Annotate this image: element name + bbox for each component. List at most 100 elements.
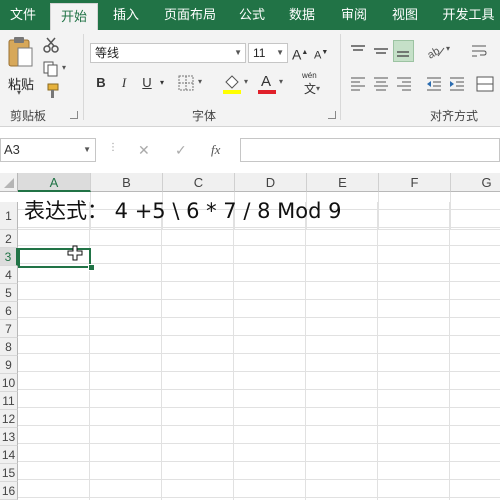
- row-header-10[interactable]: 10: [0, 374, 18, 392]
- phonetic-label: wén: [302, 71, 317, 80]
- row-header-9[interactable]: 9: [0, 356, 18, 374]
- chevron-down-icon: ▼: [83, 145, 91, 154]
- font-size-value: 11: [253, 46, 266, 60]
- merge-center-button[interactable]: [476, 75, 496, 93]
- align-left-button[interactable]: [349, 75, 367, 93]
- align-top-icon: [351, 45, 365, 51]
- row-header-3[interactable]: 3: [0, 248, 18, 266]
- font-name-select[interactable]: 等线 ▼: [90, 43, 246, 63]
- row-header-6[interactable]: 6: [0, 302, 18, 320]
- alignment-group-label: 对齐方式: [430, 109, 479, 123]
- column-header-d[interactable]: D: [235, 173, 307, 192]
- worksheet-grid: A B C D E F G 1 2 3 4 5 6 7 8 9 10 11 12…: [0, 173, 500, 500]
- bold-button[interactable]: B: [93, 73, 109, 93]
- decrease-indent-button[interactable]: [425, 75, 443, 93]
- align-bottom-button[interactable]: [393, 40, 414, 62]
- phonetic-guide-button[interactable]: wén 文 ▾: [300, 71, 322, 96]
- enter-icon[interactable]: ✓: [175, 142, 187, 159]
- increase-indent-button[interactable]: [448, 75, 466, 93]
- row-header-13[interactable]: 13: [0, 428, 18, 446]
- tab-file[interactable]: 文件: [0, 0, 46, 30]
- name-box-value: A3: [4, 142, 20, 157]
- copy-dropdown-icon: ▾: [62, 63, 67, 72]
- underline-button[interactable]: U: [139, 73, 155, 93]
- align-bottom-icon: [397, 51, 409, 57]
- scissors-icon: [43, 37, 59, 53]
- tab-insert[interactable]: 插入: [103, 0, 149, 30]
- format-painter-button[interactable]: [42, 82, 60, 100]
- align-right-icon: [397, 77, 411, 91]
- row-header-14[interactable]: 14: [0, 446, 18, 464]
- cell-area[interactable]: [18, 192, 500, 500]
- column-header-e[interactable]: E: [307, 173, 379, 192]
- cancel-icon[interactable]: ✕: [138, 142, 150, 159]
- row-header-8[interactable]: 8: [0, 338, 18, 356]
- tab-formulas[interactable]: 公式: [232, 0, 272, 30]
- row-header-15[interactable]: 15: [0, 464, 18, 482]
- drag-handle-icon[interactable]: ⋮: [108, 142, 118, 153]
- fill-color-button[interactable]: ▾: [222, 73, 252, 95]
- group-separator: [83, 34, 84, 120]
- format-painter-icon: [47, 83, 59, 98]
- row-header-12[interactable]: 12: [0, 410, 18, 428]
- column-header-b[interactable]: B: [91, 173, 163, 192]
- tab-home[interactable]: 开始: [50, 3, 98, 30]
- tab-data[interactable]: 数据: [282, 0, 322, 30]
- cell-cursor-icon: [67, 245, 83, 261]
- clipboard-launcher-icon[interactable]: [70, 111, 78, 119]
- row-header-2[interactable]: 2: [0, 230, 18, 248]
- row-header-16[interactable]: 16: [0, 482, 18, 500]
- ribbon: 粘贴 ▾ ▾ 剪贴板 等线 ▼ 11 ▼ A▲ A▼ B I U ▾ ▾ ▾ A…: [0, 30, 500, 127]
- formula-input[interactable]: [240, 138, 500, 162]
- align-right-button[interactable]: [395, 75, 413, 93]
- align-top-button[interactable]: [349, 42, 367, 60]
- copy-icon: [43, 61, 58, 77]
- column-header-f[interactable]: F: [379, 173, 451, 192]
- chevron-down-icon: ▼: [234, 48, 242, 57]
- font-size-select[interactable]: 11 ▼: [248, 43, 288, 63]
- shrink-font-button[interactable]: A▼: [314, 43, 328, 63]
- svg-text:ab: ab: [426, 45, 442, 60]
- row-header-11[interactable]: 11: [0, 392, 18, 410]
- row-header-5[interactable]: 5: [0, 284, 18, 302]
- column-header-g[interactable]: G: [451, 173, 500, 192]
- font-color-swatch: [258, 90, 276, 94]
- borders-icon: [178, 75, 194, 91]
- chevron-down-icon: ▼: [276, 48, 284, 57]
- row-header-1[interactable]: 1: [0, 202, 18, 230]
- grow-font-button[interactable]: A▲: [292, 43, 308, 63]
- col-line: [378, 192, 379, 230]
- paste-dropdown-icon: ▾: [17, 88, 22, 97]
- column-header-a[interactable]: A: [18, 173, 91, 192]
- row-header-4[interactable]: 4: [0, 266, 18, 284]
- align-middle-button[interactable]: [372, 42, 390, 60]
- fill-handle[interactable]: [88, 264, 95, 271]
- clipboard-group-label: 剪贴板: [10, 109, 47, 123]
- fill-color-dropdown-icon: ▾: [244, 77, 249, 86]
- phonetic-dropdown-icon: ▾: [316, 84, 321, 93]
- align-left-icon: [351, 77, 365, 91]
- formula-bar: A3 ▼ ⋮ ✕ ✓ fx: [0, 134, 500, 164]
- group-separator: [340, 34, 341, 120]
- insert-function-icon[interactable]: fx: [211, 142, 220, 158]
- column-header-c[interactable]: C: [163, 173, 235, 192]
- tab-developer[interactable]: 开发工具: [437, 0, 500, 30]
- name-box[interactable]: A3 ▼: [0, 138, 96, 162]
- paste-button[interactable]: 粘贴 ▾: [6, 36, 36, 97]
- row-header-7[interactable]: 7: [0, 320, 18, 338]
- cut-button[interactable]: [42, 36, 60, 54]
- italic-button[interactable]: I: [116, 73, 132, 93]
- wrap-text-button[interactable]: [470, 42, 488, 60]
- font-color-button[interactable]: A ▾: [257, 73, 287, 95]
- tab-view[interactable]: 视图: [385, 0, 425, 30]
- align-center-button[interactable]: [372, 75, 390, 93]
- font-launcher-icon[interactable]: [328, 111, 336, 119]
- tab-review[interactable]: 审阅: [334, 0, 374, 30]
- borders-button[interactable]: ▾: [178, 75, 206, 93]
- align-middle-icon: [374, 48, 388, 54]
- copy-button[interactable]: ▾: [42, 60, 70, 78]
- orientation-button[interactable]: ab ▾: [425, 42, 454, 62]
- cell-a1[interactable]: 表达式： 4 +5 \ 6 * 7 / 8 Mod 9: [24, 195, 341, 225]
- underline-dropdown-icon[interactable]: ▾: [157, 73, 167, 93]
- tab-page-layout[interactable]: 页面布局: [158, 0, 222, 30]
